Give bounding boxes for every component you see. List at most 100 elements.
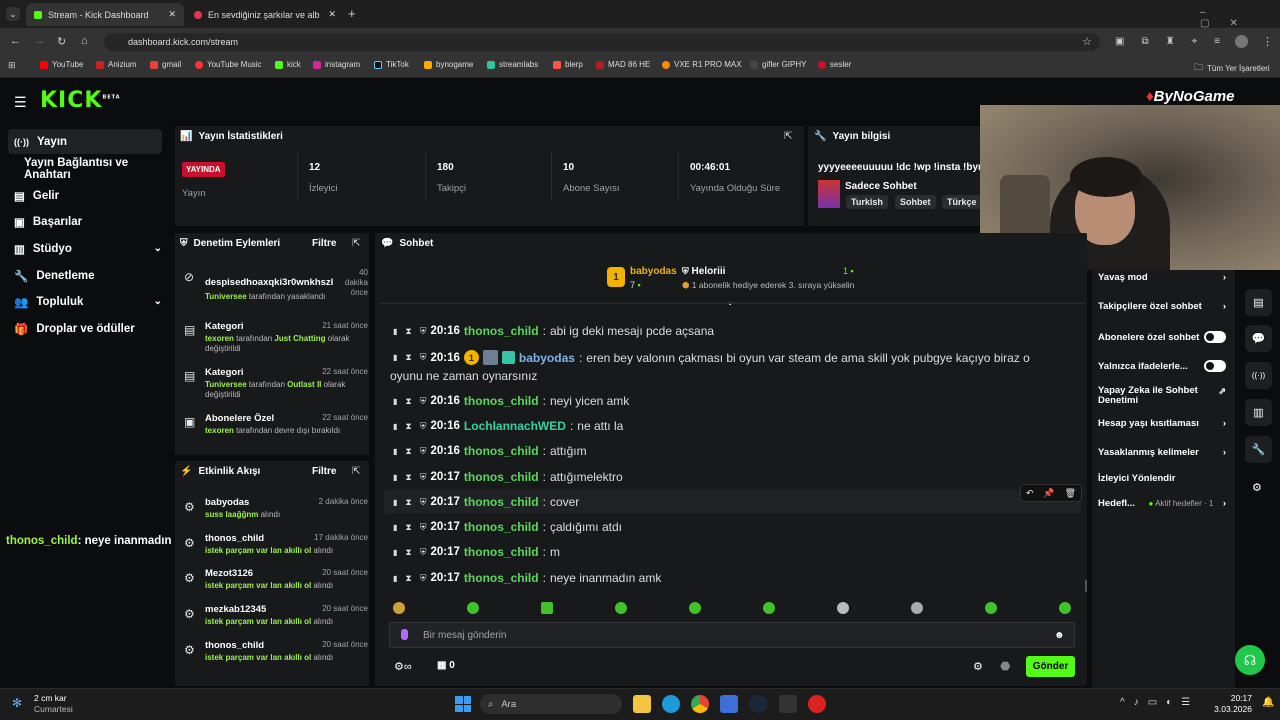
url-field[interactable]: dashboard.kick.com/stream — [104, 33, 1100, 51]
extensions-icons[interactable]: ▣⧉♜⌖≡ — [1115, 36, 1237, 47]
chat-settings-icon[interactable]: ⚙ — [973, 660, 983, 673]
chat-scrollbar[interactable] — [1085, 580, 1087, 592]
popout-icon[interactable]: ⇱ — [352, 238, 360, 249]
emote-icon[interactable] — [393, 602, 405, 614]
sidebar-item-stream-key[interactable]: Yayın Bağlantısı ve Anahtarı — [8, 156, 162, 181]
activity-filter-button[interactable]: Filtre — [312, 466, 336, 477]
taskbar-search[interactable]: ⌕ Ara — [480, 694, 622, 714]
epic-icon[interactable] — [779, 695, 797, 713]
bookmark-bynogame[interactable]: bynogame — [424, 60, 473, 69]
sidebar-item-yayin[interactable]: ((·)) Yayın — [8, 129, 162, 154]
emote-icon[interactable] — [1059, 602, 1071, 614]
sidebar-item-droplar[interactable]: 🎁 Droplar ve ödüller — [8, 316, 162, 341]
profile-avatar[interactable] — [1235, 35, 1248, 48]
bookmark-giphy[interactable]: gifler GIPHY — [750, 60, 806, 69]
sidebar-item-basarilar[interactable]: ▣ Başarılar — [8, 209, 162, 234]
forward-icon[interactable]: → — [34, 35, 45, 47]
notification-bell-icon[interactable]: 🔔 — [1262, 697, 1274, 708]
sidebar-item-studyo[interactable]: ▥ Stüdyo ⌄ — [8, 236, 162, 261]
bookmark-blerp[interactable]: blerp — [553, 60, 583, 69]
setting-banned-words[interactable]: Yasaklanmış kelimeler › — [1098, 447, 1226, 458]
quick-action-5[interactable]: 🔧 — [1245, 436, 1272, 463]
setting-ai-moderation[interactable]: Yapay Zeka ile Sohbet Denetimi ⇗ — [1098, 386, 1226, 406]
home-icon[interactable]: ⌂ — [81, 35, 88, 47]
store-icon[interactable] — [720, 695, 738, 713]
emote-only-toggle[interactable] — [1204, 360, 1226, 372]
gifter-name[interactable]: babyodas — [630, 266, 677, 277]
tab-kick-dashboard[interactable]: Stream - Kick Dashboard ✕ — [26, 3, 184, 26]
bookmark-youtube-music[interactable]: YouTube Music — [195, 60, 262, 69]
bookmark-instagram[interactable]: instagram — [313, 60, 360, 69]
setting-viewer-redirect[interactable]: İzleyici Yönlendir — [1098, 473, 1226, 484]
quick-action-2[interactable]: 💬 — [1245, 325, 1272, 352]
weather-widget[interactable]: 2 cm kar Cumartesi — [34, 693, 73, 715]
quick-action-1[interactable]: ▤ — [1245, 289, 1272, 316]
bot-icon[interactable]: ⬣ — [1000, 659, 1010, 673]
emote-icon[interactable] — [763, 602, 775, 614]
reply-icon[interactable]: ↶ — [1026, 488, 1034, 499]
activity-icon[interactable]: ⚙ — [1252, 481, 1262, 494]
system-tray-icons[interactable]: ^♪▭◐☰ — [1120, 697, 1199, 708]
emote-icon[interactable] — [615, 602, 627, 614]
edge-icon[interactable] — [662, 695, 680, 713]
sidebar-item-topluluk[interactable]: 👥 Topluluk ⌄ — [8, 289, 162, 314]
emote-icon[interactable] — [837, 602, 849, 614]
bookmark-streamlabs[interactable]: streamlabs — [487, 60, 538, 69]
quick-action-3[interactable]: ((·)) — [1245, 362, 1272, 389]
bookmark-mad[interactable]: MAD 86 HE — [596, 60, 650, 69]
reload-icon[interactable]: ↻ — [57, 35, 66, 48]
steam-icon[interactable] — [749, 695, 767, 713]
bookmark-all[interactable]: 🗀 Tüm Yer İşaretleri — [1194, 60, 1270, 76]
setting-slow-mode[interactable]: Yavaş mod › — [1098, 272, 1226, 283]
close-tab-icon[interactable]: ✕ — [168, 9, 176, 20]
close-tab-icon[interactable]: ✕ — [328, 9, 336, 20]
popout-icon[interactable]: ⇱ — [784, 131, 792, 142]
back-icon[interactable]: ← — [10, 35, 21, 47]
bookmark-youtube[interactable]: YouTube — [40, 60, 83, 69]
emote-icon[interactable] — [541, 602, 553, 614]
kick-logo[interactable]: KICKBETA — [40, 88, 121, 113]
window-controls[interactable]: –▢✕ — [1200, 7, 1280, 29]
tab-music[interactable]: En sevdiğiniz şarkılar ve albüml ✕ — [186, 3, 344, 26]
pin-message-icon[interactable]: 📌 — [1043, 488, 1054, 499]
tab-list-icon[interactable]: ⌄ — [6, 7, 20, 21]
bookmark-gmail[interactable]: gmail — [150, 60, 181, 69]
send-button[interactable]: Gönder — [1026, 656, 1075, 677]
windows-start-icon[interactable] — [455, 696, 471, 712]
file-explorer-icon[interactable] — [633, 695, 651, 713]
emoji-picker-icon[interactable]: ☻ — [1054, 630, 1065, 641]
app-icon[interactable] — [808, 695, 826, 713]
chrome-icon[interactable] — [691, 695, 709, 713]
emote-icon[interactable] — [467, 602, 479, 614]
clock[interactable]: 20:17 3.03.2026 — [1214, 693, 1252, 715]
setting-account-age[interactable]: Hesap yaşı kısıtlaması › — [1098, 418, 1226, 429]
menu-icon[interactable]: ⋮ — [1262, 35, 1273, 48]
subs-only-toggle[interactable] — [1204, 331, 1226, 343]
bookmark-sesler[interactable]: sesler — [818, 60, 851, 69]
receiver-name[interactable]: ⛨ Heloriii — [682, 266, 725, 277]
setting-emote-only[interactable]: Yalnızca ifadelerle... — [1098, 360, 1226, 372]
delete-icon[interactable]: 🗑 — [1065, 488, 1076, 499]
emote-icon[interactable] — [911, 602, 923, 614]
bookmark-vxe[interactable]: VXE R1 PRO MAX — [662, 60, 742, 69]
sidebar-item-gelir[interactable]: ▤ Gelir — [8, 183, 162, 208]
bookmark-tiktok[interactable]: TikTok — [374, 60, 409, 69]
setting-goals[interactable]: Hedefl... ● Aktif hedefler · 1 › — [1098, 498, 1226, 509]
emote-icon[interactable] — [985, 602, 997, 614]
setting-subs-only[interactable]: Abonelere özel sohbet — [1098, 331, 1226, 343]
popout-icon[interactable]: ⇱ — [352, 466, 360, 477]
mod-filter-button[interactable]: Filtre — [312, 238, 336, 249]
support-headset-icon[interactable]: ☊ — [1235, 645, 1265, 675]
points-icon[interactable]: ⚙∞ — [394, 660, 412, 673]
emote-icon[interactable] — [689, 602, 701, 614]
apps-grid-icon[interactable]: ⊞ — [8, 60, 16, 71]
mic-icon[interactable] — [401, 629, 408, 640]
bookmark-star-icon[interactable]: ☆ — [1082, 35, 1092, 48]
new-tab-icon[interactable]: + — [348, 6, 356, 21]
quick-action-4[interactable]: ▥ — [1245, 399, 1272, 426]
bookmark-kick[interactable]: kick — [275, 60, 301, 69]
setting-followers-only[interactable]: Takipçilere özel sohbet › — [1098, 301, 1226, 312]
bookmark-anizium[interactable]: Anizium — [96, 60, 136, 69]
hamburger-menu-icon[interactable]: ☰ — [14, 94, 27, 111]
sidebar-item-denetleme[interactable]: 🔧 Denetleme — [8, 263, 162, 288]
